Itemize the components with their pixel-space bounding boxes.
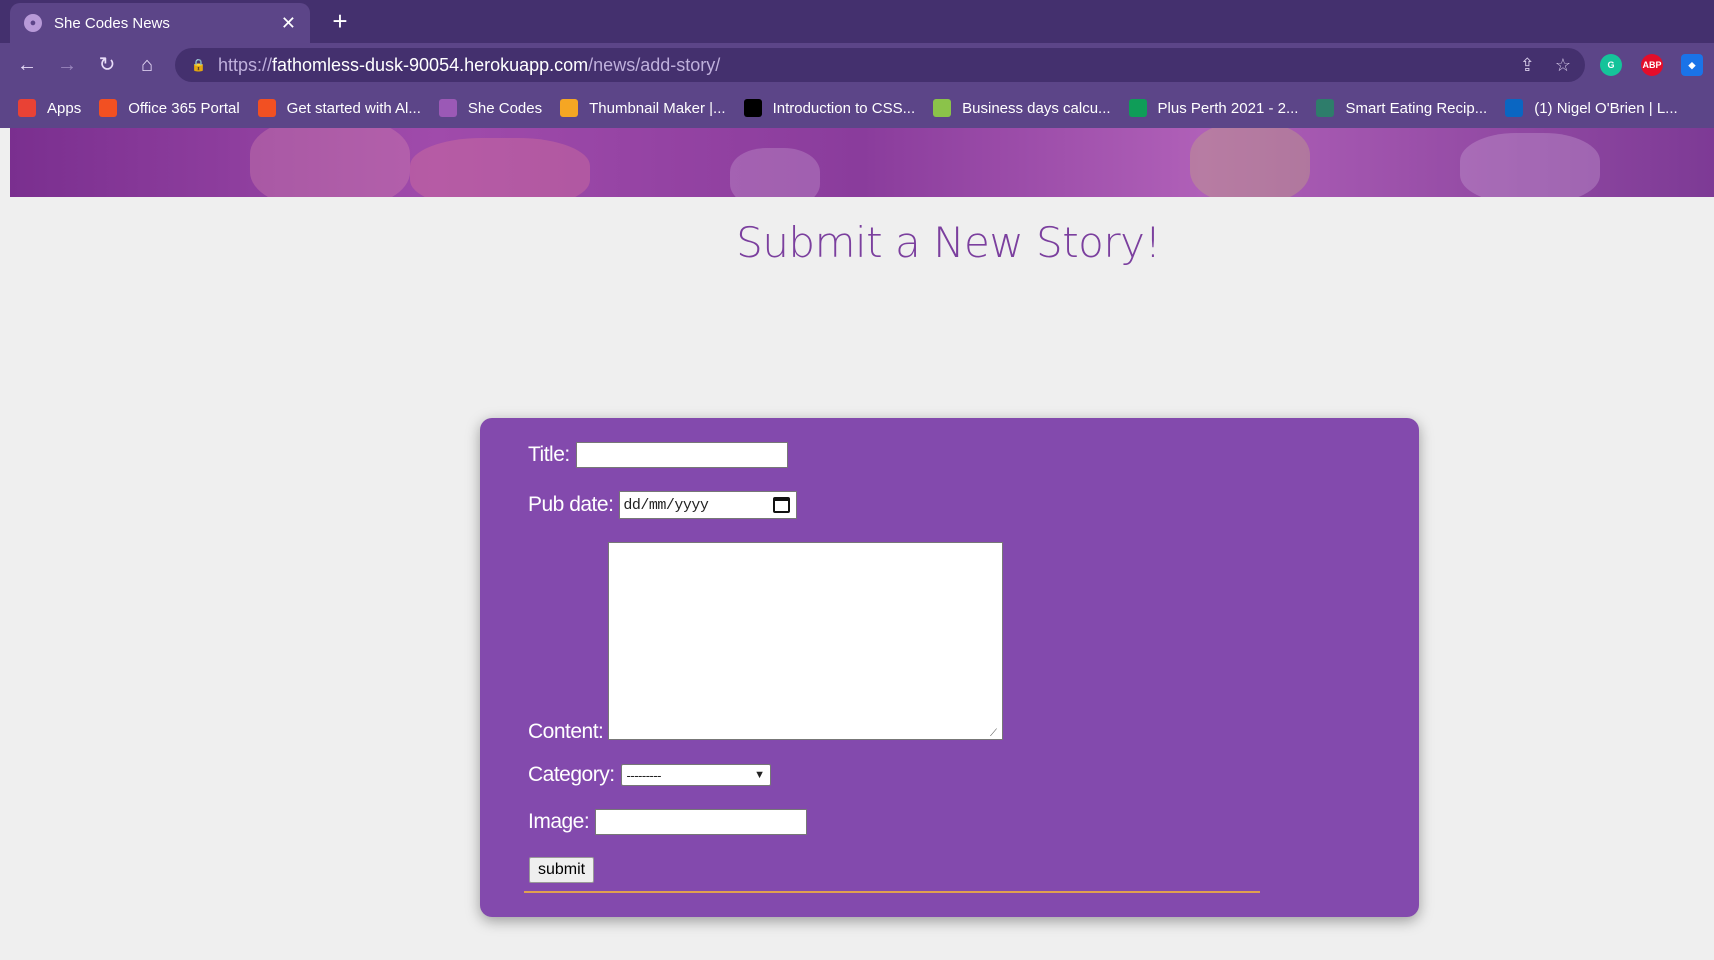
back-button[interactable]: ← bbox=[13, 51, 41, 79]
bookmark-favicon-icon bbox=[560, 99, 579, 117]
image-label: Image: bbox=[528, 810, 590, 833]
omnibox-actions: ⇪ ☆ bbox=[1520, 48, 1571, 82]
title-input[interactable] bbox=[575, 442, 788, 468]
hero-banner-image bbox=[10, 128, 1714, 197]
bookmark-label: She Codes bbox=[467, 99, 543, 117]
address-bar[interactable]: 🔒 https://fathomless-dusk-90054.herokuap… bbox=[175, 48, 1585, 82]
globe-icon: ● bbox=[24, 14, 42, 32]
resize-handle-icon[interactable]: ⟋ bbox=[990, 728, 997, 739]
bookmark-item[interactable]: Plus Perth 2021 - 2... bbox=[1128, 99, 1299, 117]
bookmark-item[interactable]: (1) Nigel O'Brien | L... bbox=[1505, 99, 1678, 117]
bookmark-label: Apps bbox=[47, 99, 82, 117]
bookmarks-bar: Apps Office 365 Portal Get started with Al… bbox=[0, 88, 1714, 128]
browser-tab[interactable]: ● She Codes News ✕ bbox=[10, 3, 310, 43]
bookmark-star-icon[interactable]: ☆ bbox=[1555, 55, 1571, 76]
bookmark-label: Thumbnail Maker |... bbox=[589, 99, 726, 117]
page-title: Submit a New Story! bbox=[736, 218, 1161, 267]
pub-date-input[interactable]: dd/mm/yyyy bbox=[619, 491, 798, 519]
grammarly-extension-icon[interactable]: G bbox=[1600, 54, 1622, 76]
bookmark-item[interactable]: Office 365 Portal bbox=[99, 99, 240, 117]
calendar-icon[interactable] bbox=[773, 497, 791, 513]
tab-title: She Codes News bbox=[54, 14, 170, 32]
title-label: Title: bbox=[528, 443, 570, 466]
category-label: Category: bbox=[528, 763, 615, 786]
pub-date-row: Pub date: dd/mm/yyyy bbox=[528, 491, 798, 519]
category-row: Category: --------- ▼ bbox=[528, 763, 771, 787]
bookmark-label: Get started with Al... bbox=[286, 99, 421, 117]
forward-button[interactable]: → bbox=[53, 51, 81, 79]
content-textarea[interactable] bbox=[608, 542, 1003, 740]
bookmark-label: Plus Perth 2021 - 2... bbox=[1157, 99, 1299, 117]
content-row: Content: bbox=[528, 720, 609, 744]
bookmark-favicon-icon bbox=[18, 99, 36, 117]
bookmark-favicon-icon bbox=[257, 99, 276, 117]
bookmark-favicon-icon bbox=[933, 99, 952, 117]
bookmark-favicon-icon bbox=[1316, 99, 1335, 117]
close-tab-icon[interactable]: ✕ bbox=[281, 13, 296, 34]
adblock-extension-icon[interactable]: ABP bbox=[1641, 54, 1663, 76]
url-host: fathomless-dusk-90054.herokuapp.com bbox=[271, 54, 589, 75]
bookmark-favicon-icon bbox=[1128, 99, 1147, 117]
bookmark-label: (1) Nigel O'Brien | L... bbox=[1534, 99, 1678, 117]
form-divider bbox=[524, 891, 1260, 893]
browser-toolbar: ← → ↻ ⌂ 🔒 https://fathomless-dusk-90054.… bbox=[0, 43, 1714, 88]
bookmark-item[interactable]: Smart Eating Recip... bbox=[1316, 99, 1487, 117]
url-path: /news/add-story/ bbox=[588, 54, 721, 75]
bookmark-label: Business days calcu... bbox=[962, 99, 1111, 117]
bookmark-label: Introduction to CSS... bbox=[772, 99, 916, 117]
bookmark-favicon-icon bbox=[1505, 99, 1524, 117]
extension-icon[interactable]: ◆ bbox=[1681, 54, 1703, 76]
pub-date-label: Pub date: bbox=[528, 493, 614, 516]
story-form: Title: Pub date: dd/mm/yyyy Content: ⟋ C… bbox=[480, 418, 1419, 917]
lock-icon: 🔒 bbox=[191, 58, 206, 72]
url-text: https://fathomless-dusk-90054.herokuapp.… bbox=[218, 55, 720, 76]
bookmark-item[interactable]: Thumbnail Maker |... bbox=[560, 99, 726, 117]
url-scheme: https:// bbox=[217, 54, 272, 75]
chevron-down-icon: ▼ bbox=[754, 769, 765, 781]
bookmark-label: Smart Eating Recip... bbox=[1345, 99, 1488, 117]
home-button[interactable]: ⌂ bbox=[133, 51, 161, 79]
title-row: Title: bbox=[528, 442, 788, 468]
submit-button[interactable]: submit bbox=[529, 857, 595, 883]
image-input[interactable] bbox=[595, 809, 808, 835]
content-label: Content: bbox=[528, 720, 604, 743]
category-select[interactable]: --------- ▼ bbox=[620, 764, 771, 786]
reload-button[interactable]: ↻ bbox=[93, 51, 121, 79]
bookmark-favicon-icon bbox=[438, 99, 457, 117]
bookmark-item[interactable]: Get started with Al... bbox=[257, 99, 421, 117]
browser-tab-strip: ● She Codes News ✕ + bbox=[0, 0, 1714, 43]
new-tab-button[interactable]: + bbox=[325, 6, 355, 36]
pub-date-placeholder: dd/mm/yyyy bbox=[623, 496, 709, 514]
bookmark-favicon-icon bbox=[99, 99, 118, 117]
bookmark-favicon-icon bbox=[743, 99, 762, 117]
bookmark-label: Office 365 Portal bbox=[128, 99, 240, 117]
share-icon[interactable]: ⇪ bbox=[1520, 55, 1535, 76]
image-row: Image: bbox=[528, 809, 808, 835]
category-selected-value: --------- bbox=[626, 767, 662, 783]
bookmark-item[interactable]: She Codes bbox=[438, 99, 543, 117]
bookmark-item[interactable]: Introduction to CSS... bbox=[743, 99, 916, 117]
bookmark-item[interactable]: Apps bbox=[18, 99, 81, 117]
bookmark-item[interactable]: Business days calcu... bbox=[933, 99, 1111, 117]
